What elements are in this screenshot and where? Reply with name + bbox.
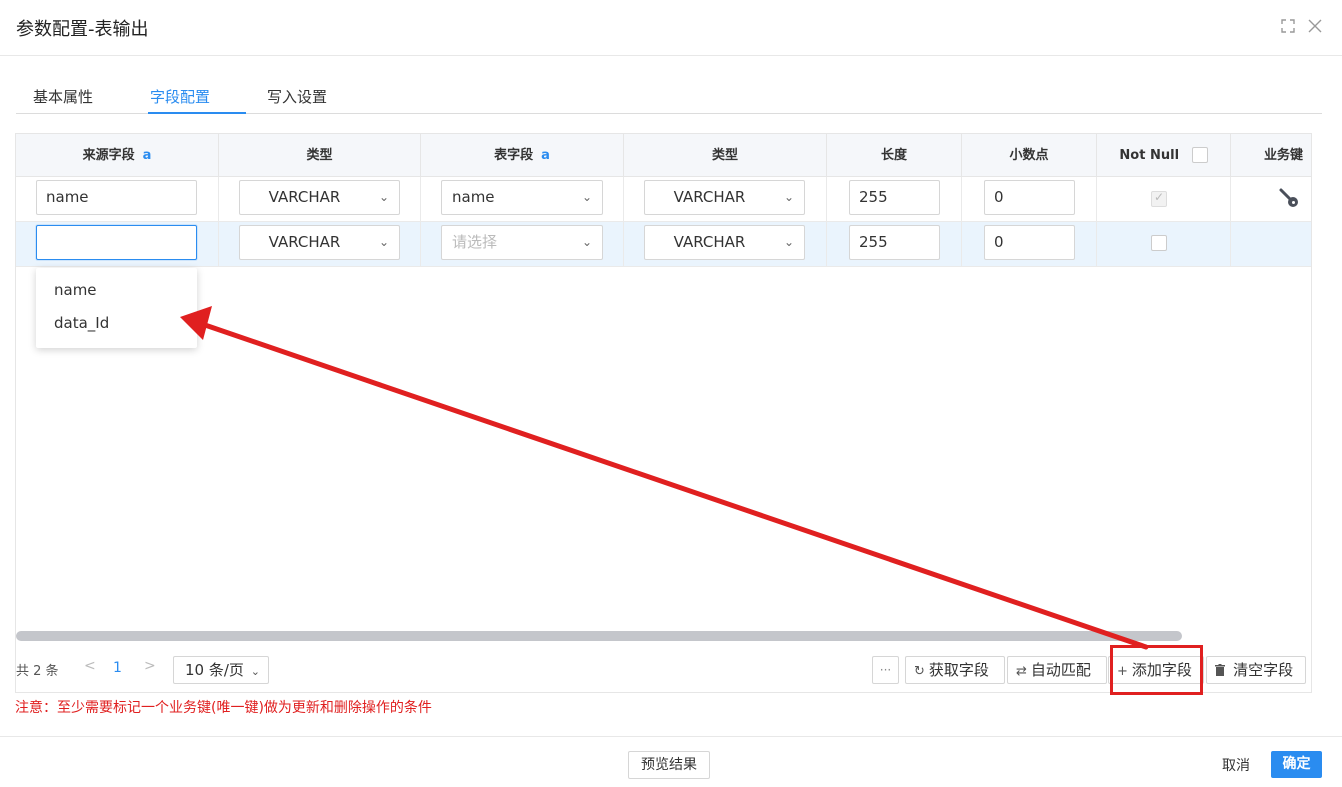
cell-source-field: name	[16, 177, 219, 222]
page-size-select[interactable]: 10 条/页 ⌄	[173, 656, 269, 684]
table-field-select[interactable]: 请选择 ⌄	[441, 225, 603, 260]
cell-source-type: VARCHAR ⌄	[219, 222, 421, 267]
swap-icon: ⇄	[1016, 664, 1027, 679]
cell-not-null	[1097, 222, 1231, 267]
col-decimal: 小数点	[962, 134, 1097, 177]
cell-table-type: VARCHAR ⌄	[624, 222, 827, 267]
cell-source-type: VARCHAR ⌄	[219, 177, 421, 222]
cell-not-null	[1097, 177, 1231, 222]
dialog-header: 参数配置-表输出	[0, 0, 1342, 56]
dialog-title: 参数配置-表输出	[16, 19, 149, 40]
table-field-select[interactable]: name ⌄	[441, 180, 603, 215]
trash-icon	[1215, 664, 1229, 679]
cell-table-type: VARCHAR ⌄	[624, 177, 827, 222]
cell-business-key	[1231, 177, 1311, 222]
chevron-down-icon: ⌄	[250, 665, 260, 678]
col-label: 表字段	[494, 148, 534, 163]
chevron-down-icon: ⌄	[783, 235, 794, 249]
select-value: VARCHAR	[673, 188, 746, 206]
length-input[interactable]: 255	[849, 180, 940, 215]
col-table-field: 表字段 a	[421, 134, 624, 177]
footer-divider	[0, 736, 1342, 737]
cell-decimal: 0	[962, 222, 1097, 267]
current-page[interactable]: 1	[113, 660, 122, 676]
tab-basic-properties[interactable]: 基本属性	[33, 86, 93, 107]
table-header: 来源字段 a 类型 表字段 a 类型 长度 小数点 Not Null 业务键	[16, 134, 1311, 177]
table-type-select[interactable]: VARCHAR ⌄	[644, 180, 805, 215]
button-label: 清空字段	[1233, 661, 1294, 679]
button-label: 获取字段	[928, 661, 989, 679]
decimal-input[interactable]: 0	[984, 225, 1075, 260]
sort-a-icon[interactable]: a	[541, 148, 550, 163]
source-field-input[interactable]: name	[36, 180, 197, 215]
fetch-fields-button[interactable]: ↻ 获取字段	[905, 656, 1005, 684]
not-null-select-all-checkbox[interactable]	[1191, 146, 1208, 163]
cancel-button[interactable]: 取消	[1222, 755, 1250, 775]
col-business-key: 业务键	[1263, 148, 1303, 163]
col-source-type: 类型	[219, 134, 421, 177]
col-not-null: Not Null	[1097, 134, 1231, 177]
chevron-down-icon: ⌄	[581, 190, 592, 204]
next-page-icon[interactable]: >	[144, 658, 156, 674]
table-row: VARCHAR ⌄ 请选择 ⌄ VARCHAR ⌄ 255 0	[16, 222, 1311, 267]
cell-table-field: 请选择 ⌄	[421, 222, 624, 267]
close-icon[interactable]	[1305, 16, 1325, 36]
cell-table-field: name ⌄	[421, 177, 624, 222]
refresh-icon: ↻	[914, 664, 925, 679]
chevron-down-icon: ⌄	[581, 235, 592, 249]
expand-icon[interactable]	[1278, 16, 1298, 36]
preview-button[interactable]: 预览结果	[628, 751, 710, 779]
annotation-highlight-box	[1110, 645, 1203, 695]
col-length: 长度	[827, 134, 962, 177]
cell-business-key	[1231, 222, 1311, 267]
not-null-checkbox	[1151, 190, 1167, 207]
button-label: 自动匹配	[1030, 661, 1091, 679]
tab-bar: 基本属性 字段配置 写入设置	[16, 78, 1322, 114]
chevron-down-icon: ⌄	[378, 190, 389, 204]
more-button[interactable]: ···	[872, 656, 899, 684]
col-label: 来源字段	[82, 148, 135, 163]
cell-decimal: 0	[962, 177, 1097, 222]
source-type-select[interactable]: VARCHAR ⌄	[239, 180, 400, 215]
select-value: VARCHAR	[673, 233, 746, 251]
col-label: Not Null	[1119, 148, 1180, 163]
cell-length: 255	[827, 177, 962, 222]
field-mapping-table: 来源字段 a 类型 表字段 a 类型 长度 小数点 Not Null 业务键 nam…	[15, 133, 1312, 693]
select-value: VARCHAR	[268, 188, 341, 206]
chevron-down-icon: ⌄	[783, 190, 794, 204]
decimal-input[interactable]: 0	[984, 180, 1075, 215]
tab-field-config[interactable]: 字段配置	[150, 86, 210, 107]
source-field-input[interactable]	[36, 225, 197, 260]
prev-page-icon[interactable]: <	[84, 658, 96, 674]
dropdown-option[interactable]: name	[54, 281, 97, 299]
select-placeholder: 请选择	[452, 233, 498, 251]
ok-button[interactable]: 确定	[1271, 751, 1322, 778]
length-input[interactable]: 255	[849, 225, 940, 260]
select-value: VARCHAR	[268, 233, 341, 251]
not-null-checkbox[interactable]	[1151, 235, 1167, 251]
key-icon[interactable]	[1278, 187, 1300, 209]
table-row: name VARCHAR ⌄ name ⌄ VARCHAR ⌄ 255 0	[16, 177, 1311, 222]
chevron-down-icon: ⌄	[378, 235, 389, 249]
cell-source-field	[16, 222, 219, 267]
page-size-value: 10 条/页	[185, 661, 244, 679]
clear-fields-button[interactable]: 清空字段	[1206, 656, 1306, 684]
auto-match-button[interactable]: ⇄ 自动匹配	[1007, 656, 1107, 684]
pager-total: 共 2 条	[16, 664, 59, 679]
business-key-note: 注意：至少需要标记一个业务键(唯一键)做为更新和删除操作的条件	[15, 700, 432, 716]
col-source-field: 来源字段 a	[16, 134, 219, 177]
dropdown-option[interactable]: data_Id	[54, 314, 109, 332]
col-table-type: 类型	[624, 134, 827, 177]
source-field-dropdown: name data_Id	[36, 268, 197, 348]
active-tab-indicator	[148, 112, 246, 114]
cell-length: 255	[827, 222, 962, 267]
horizontal-scrollbar[interactable]	[16, 631, 1182, 641]
source-type-select[interactable]: VARCHAR ⌄	[239, 225, 400, 260]
sort-a-icon[interactable]: a	[143, 148, 152, 163]
table-type-select[interactable]: VARCHAR ⌄	[644, 225, 805, 260]
select-value: name	[452, 188, 495, 206]
tab-write-settings[interactable]: 写入设置	[267, 86, 327, 107]
